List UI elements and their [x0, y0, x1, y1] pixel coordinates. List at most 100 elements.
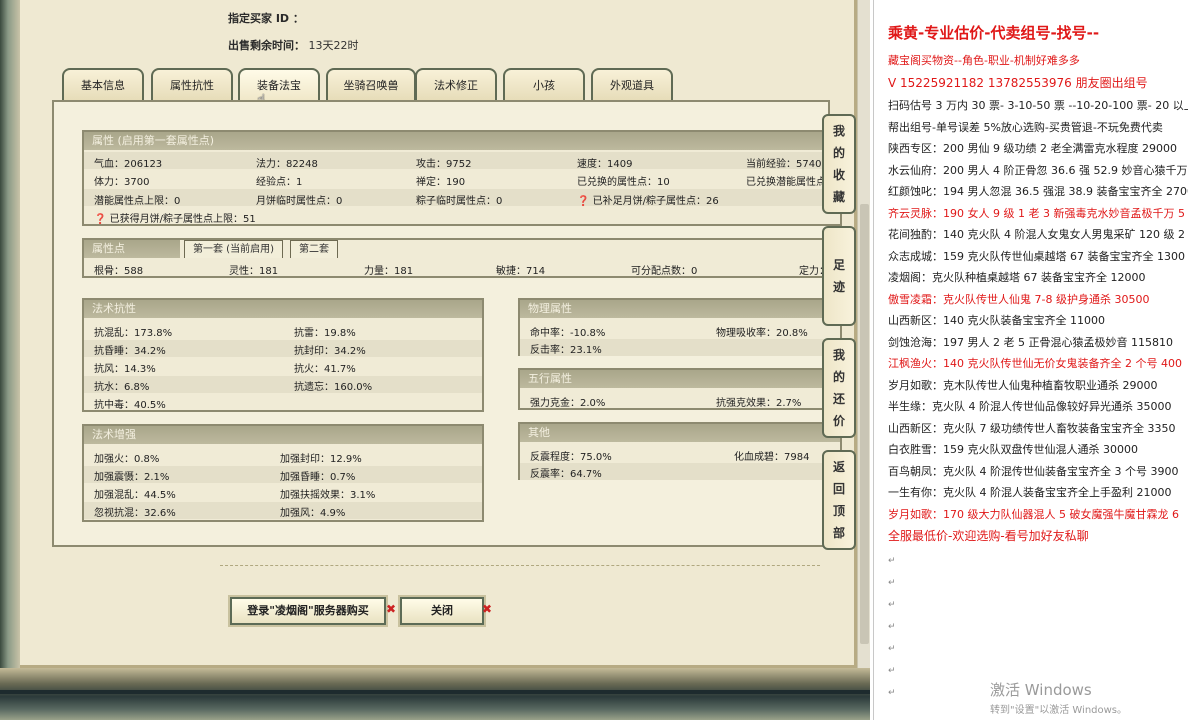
doc-line: 帮出组号-单号误差 5%放心选购-买贵管退-不玩免费代卖	[888, 121, 1163, 134]
doc-line: 全服最低价-欢迎选购-看号加好友私聊	[888, 529, 1089, 543]
physical-box: 物理属性 命中率：-10.8% 物理吸收率：20.8% 反击率：23.1%	[518, 298, 842, 356]
paragraph-mark: ↵	[888, 556, 896, 566]
doc-line: 剑蚀沧海：197 男人 2 老 5 正骨混心猿孟极妙音 115810	[888, 336, 1173, 349]
points-spirit: 灵性：181	[229, 266, 279, 277]
elements-title: 五行属性	[520, 370, 840, 388]
section-divider	[220, 565, 820, 566]
help-icon[interactable]: ❓	[577, 196, 589, 207]
doc-line: 百鸟朝凤：克火队 4 阶混传世仙装备宝宝齐全 3 个号 3900	[888, 465, 1179, 478]
back-to-top-char: 顶	[832, 504, 845, 518]
paragraph-mark: ↵	[888, 578, 896, 588]
enhance-value: 加强昏睡：0.7%	[280, 472, 356, 483]
paragraph-mark: ↵	[888, 688, 896, 698]
back-to-top-char: 返	[832, 460, 845, 474]
attr-exp-points: 经验点：1	[256, 177, 303, 188]
tab-appearance[interactable]: 外观道具	[591, 68, 673, 101]
tab-equipment[interactable]: 装备法宝	[238, 68, 320, 103]
attr-note-text: 已获得月饼/粽子属性点上限：51	[109, 214, 256, 225]
attr-mooncake-points: 月饼临时属性点：0	[256, 196, 343, 207]
remaining-time-value: 13天22时	[308, 39, 359, 52]
resist-value: 抗雷：19.8%	[294, 328, 356, 339]
my-favorites-button[interactable]: 我 的 收 藏	[822, 114, 856, 214]
favorites-char: 收	[832, 168, 845, 182]
tab-mounts-pets[interactable]: 坐骑召唤兽	[326, 68, 416, 101]
resist-value: 抗中毒：40.5%	[94, 400, 166, 411]
physical-value: 物理吸收率：20.8%	[716, 328, 808, 339]
points-constitution: 根骨：588	[94, 266, 144, 277]
attr-filled-points-text: 已补足月饼/粽子属性点：26	[592, 196, 719, 207]
enhance-value: 加强震慑：2.1%	[94, 472, 170, 483]
tab-attributes[interactable]: 属性抗性	[151, 68, 233, 101]
attributes-box: 属性 (启用第一套属性点) 气血：206123 法力：82248 攻击：9752…	[82, 130, 842, 226]
tab-content: 属性 (启用第一套属性点) 气血：206123 法力：82248 攻击：9752…	[52, 100, 842, 547]
paragraph-mark: ↵	[888, 622, 896, 632]
doc-line: 岁月如歌：克木队传世人仙鬼种植畜牧职业通杀 29000	[888, 379, 1158, 392]
document-pane: 乘黄-专业估价-代卖组号-找号-- 藏宝阁买物资--角色-职业-机制好难多多 V…	[870, 0, 1188, 720]
tab-child[interactable]: 小孩	[503, 68, 585, 101]
close-button[interactable]: 关闭	[400, 597, 484, 625]
enhance-value: 加强火：0.8%	[94, 454, 160, 465]
spell-enhance-box: 法术增强 加强火：0.8% 加强封印：12.9% 加强震慑：2.1% 加强昏睡：…	[82, 424, 484, 522]
other-value: 反震程度：75.0%	[530, 452, 612, 463]
attr-exp: 当前经验：57406	[746, 159, 828, 170]
doc-line: 陕西专区：200 男仙 9 级功绩 2 老全满雷克水程度 29000	[888, 142, 1177, 155]
attr-exchanged-potential: 已兑换潜能属性点	[746, 177, 826, 188]
attr-hp: 气血：206123	[94, 159, 163, 170]
attr-potential-cap: 潜能属性点上限：0	[94, 196, 181, 207]
my-counteroffers-button[interactable]: 我 的 还 价	[822, 338, 856, 438]
footprints-char: 迹	[832, 280, 845, 294]
doc-line: V 15225921182 13782553976 朋友圈出组号	[888, 76, 1148, 90]
doc-line: 岁月如歌：170 级大力队仙器混人 5 破女魔强牛魔甘霖龙 6	[888, 508, 1179, 521]
doc-line: 山西新区：140 克火队装备宝宝齐全 11000	[888, 314, 1105, 327]
points-box: 属性点 第一套 (当前启用) 第二套 根骨：588 灵性：181 力量：181 …	[82, 238, 842, 278]
back-to-top-button[interactable]: 返 回 顶 部	[822, 450, 856, 550]
spell-resist-title: 法术抗性	[84, 300, 482, 318]
close-x-icon: ✖	[386, 602, 397, 616]
counteroffers-char: 的	[832, 370, 845, 384]
doc-line: 一生有你：克火队 4 阶混人装备宝宝齐全上手盈利 21000	[888, 486, 1172, 499]
elements-value: 抗强克效果：2.7%	[716, 398, 802, 409]
attributes-title: 属性 (启用第一套属性点)	[84, 132, 840, 150]
window-frame-bottom	[0, 668, 870, 720]
frame-stripe	[0, 690, 870, 694]
attr-speed: 速度：1409	[577, 159, 633, 170]
points-strength: 力量：181	[364, 266, 414, 277]
tab-basic-info[interactable]: 基本信息	[62, 68, 144, 101]
close-x-icon: ✖	[482, 602, 493, 616]
tab-spell-mods[interactable]: 法术修正	[415, 68, 497, 101]
doc-title: 乘黄-专业估价-代卖组号-找号--	[888, 24, 1100, 42]
paragraph-mark: ↵	[888, 666, 896, 676]
scrollbar-thumb[interactable]	[860, 204, 869, 644]
favorites-char: 我	[832, 124, 845, 138]
attr-meditation: 禅定：190	[416, 177, 466, 188]
doc-line: 红颜蚀叱：194 男人忽混 36.5 强混 38.9 装备宝宝齐全 2700	[888, 185, 1188, 198]
panel-scrollbar[interactable]	[857, 0, 870, 668]
window-frame-left	[0, 0, 20, 720]
remaining-time-row: 出售剩余时间： 13天22时	[228, 37, 359, 53]
counteroffers-char: 还	[832, 392, 845, 406]
subtab-set-one[interactable]: 第一套 (当前启用)	[184, 240, 283, 258]
resist-value: 抗昏睡：34.2%	[94, 346, 166, 357]
favorites-char: 藏	[832, 190, 845, 204]
elements-value: 强力克金：2.0%	[530, 398, 606, 409]
buyer-id-label: 指定买家 ID ：	[228, 12, 304, 25]
doc-line: 众志成城：159 克火队传世仙桌越塔 67 装备宝宝齐全 1300	[888, 250, 1185, 263]
resist-value: 抗混乱：173.8%	[94, 328, 173, 339]
subtab-set-two[interactable]: 第二套	[290, 240, 338, 258]
doc-line: 齐云灵脉：190 女人 9 级 1 老 3 新强毒克水妙音孟极千万 5	[888, 207, 1185, 220]
paragraph-mark: ↵	[888, 644, 896, 654]
spell-resist-box: 法术抗性 抗混乱：173.8% 抗雷：19.8% 抗昏睡：34.2% 抗封印：3…	[82, 298, 484, 412]
help-icon[interactable]: ❓	[94, 214, 106, 225]
enhance-value: 加强混乱：44.5%	[94, 490, 176, 501]
resist-value: 抗遗忘：160.0%	[294, 382, 373, 393]
resist-value: 抗水：6.8%	[94, 382, 150, 393]
attr-attack: 攻击：9752	[416, 159, 472, 170]
doc-line: 半生缘：克火队 4 阶混人传世仙品像较好异光通杀 35000	[888, 400, 1172, 413]
attr-mp: 法力：82248	[256, 159, 318, 170]
spell-enhance-title: 法术增强	[84, 426, 482, 444]
footprints-char: 足	[832, 258, 845, 272]
back-to-top-char: 部	[832, 526, 845, 540]
buy-on-server-button[interactable]: 登录"凌烟阁"服务器购买	[230, 597, 386, 625]
doc-line: 水云仙府：200 男人 4 阶正骨忽 36.6 强 52.9 妙音心猿千万	[888, 164, 1188, 177]
footprints-button[interactable]: 足 迹	[822, 226, 856, 326]
